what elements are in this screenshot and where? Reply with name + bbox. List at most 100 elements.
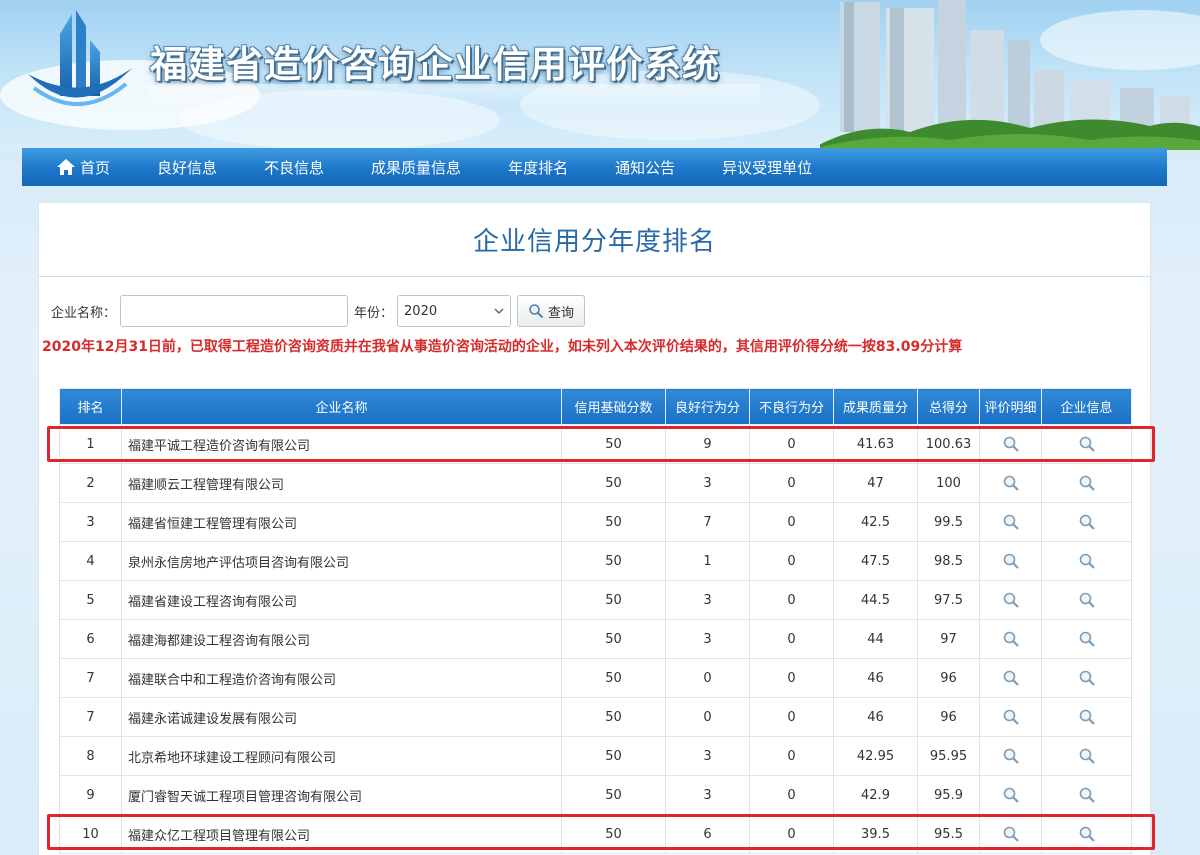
bad-score-cell: 0 <box>749 658 834 698</box>
table-row: 2 福建顺云工程管理有限公司 50 3 0 47 100 <box>59 463 1132 503</box>
table-row: 7 福建联合中和工程造价咨询有限公司 50 0 0 46 96 <box>59 658 1132 698</box>
total-score-cell: 98.5 <box>917 541 980 581</box>
good-score-cell: 3 <box>665 463 750 503</box>
company-name-cell: 福建海都建设工程咨询有限公司 <box>121 619 562 659</box>
magnifier-icon[interactable] <box>1002 592 1020 608</box>
magnifier-icon[interactable] <box>1078 787 1096 803</box>
company-name-cell: 泉州永信房地产评估项目咨询有限公司 <box>121 541 562 581</box>
header-banner: 福建省造价咨询企业信用评价系统 <box>0 0 1200 150</box>
nav-item-label: 年度排名 <box>508 158 569 177</box>
rank-cell: 3 <box>59 502 122 542</box>
page-title: 企业信用分年度排名 <box>472 227 716 257</box>
magnifier-icon[interactable] <box>1078 670 1096 686</box>
table-header-row: 排名 企业名称 信用基础分数 良好行为分 不良行为分 成果质量分 总得分 评价明… <box>59 388 1132 425</box>
nav-item-objection-units[interactable]: 异议受理单位 <box>722 157 812 178</box>
magnifier-icon[interactable] <box>1078 631 1096 647</box>
magnifier-icon[interactable] <box>1002 475 1020 491</box>
magnifier-icon[interactable] <box>1002 787 1020 803</box>
bad-score-cell: 0 <box>749 541 834 581</box>
base-score-cell: 50 <box>561 463 666 503</box>
magnifier-icon[interactable] <box>1002 826 1020 842</box>
query-button[interactable]: 查询 <box>517 295 586 327</box>
total-score-cell: 95.9 <box>917 775 980 815</box>
bad-score-cell: 0 <box>749 424 834 464</box>
quality-score-cell: 42.9 <box>833 775 918 815</box>
table-row: 3 福建省恒建工程管理有限公司 50 7 0 42.5 99.5 <box>59 502 1132 542</box>
company-name-cell: 福建平诚工程造价咨询有限公司 <box>121 424 562 464</box>
base-score-cell: 50 <box>561 580 666 620</box>
year-select[interactable]: 2020 <box>397 295 512 327</box>
company-name-cell: 福建省建设工程咨询有限公司 <box>121 580 562 620</box>
company-name-input[interactable] <box>120 295 349 327</box>
column-header: 企业名称 <box>121 388 562 425</box>
base-score-cell: 50 <box>561 541 666 581</box>
company-name-cell: 福建联合中和工程造价咨询有限公司 <box>121 658 562 698</box>
search-icon <box>529 304 544 319</box>
good-score-cell: 0 <box>665 697 750 737</box>
company-name-cell: 福建省恒建工程管理有限公司 <box>121 502 562 542</box>
column-header: 信用基础分数 <box>561 388 666 425</box>
column-header: 成果质量分 <box>833 388 918 425</box>
chevron-down-icon <box>494 308 504 315</box>
magnifier-icon[interactable] <box>1002 670 1020 686</box>
nav-item-notices[interactable]: 通知公告 <box>615 157 675 178</box>
quality-score-cell: 44.5 <box>833 580 918 620</box>
column-header: 排名 <box>59 388 122 425</box>
table-row: 5 福建省建设工程咨询有限公司 50 3 0 44.5 97.5 <box>59 580 1132 620</box>
bad-score-cell: 0 <box>749 775 834 815</box>
query-button-label: 查询 <box>548 305 575 321</box>
magnifier-icon[interactable] <box>1002 436 1020 452</box>
table-body: 1 福建平诚工程造价咨询有限公司 50 9 0 41.63 100.63 2 福建顺云工程管理有… <box>59 424 1132 854</box>
nav-item-bad-info[interactable]: 不良信息 <box>264 157 324 178</box>
good-score-cell: 3 <box>665 580 750 620</box>
rank-cell: 6 <box>59 619 122 659</box>
table-row: 4 泉州永信房地产评估项目咨询有限公司 50 1 0 47.5 98.5 <box>59 541 1132 581</box>
rank-cell: 9 <box>59 775 122 815</box>
company-info-link-cell <box>1041 619 1132 659</box>
company-name-cell: 厦门睿智天诚工程项目管理咨询有限公司 <box>121 775 562 815</box>
magnifier-icon[interactable] <box>1078 709 1096 725</box>
table-row: 7 福建永诺诚建设发展有限公司 50 0 0 46 96 <box>59 697 1132 737</box>
panel-header: 企业信用分年度排名 <box>39 203 1150 277</box>
evaluation-detail-link-cell <box>979 580 1042 620</box>
company-name-cell: 北京希地环球建设工程顾问有限公司 <box>121 736 562 776</box>
table-row: 9 厦门睿智天诚工程项目管理咨询有限公司 50 3 0 42.9 95.9 <box>59 775 1132 815</box>
rank-cell: 2 <box>59 463 122 503</box>
column-header: 良好行为分 <box>665 388 750 425</box>
bad-score-cell: 0 <box>749 580 834 620</box>
magnifier-icon[interactable] <box>1002 631 1020 647</box>
quality-score-cell: 47.5 <box>833 541 918 581</box>
nav-item-quality-info[interactable]: 成果质量信息 <box>371 157 461 178</box>
main-nav: 首页 良好信息 不良信息 成果质量信息 年度排名 通知公告 异议受理单位 <box>22 148 1167 186</box>
magnifier-icon[interactable] <box>1002 748 1020 764</box>
nav-item-label: 成果质量信息 <box>371 158 462 177</box>
nav-item-label: 异议受理单位 <box>722 158 813 177</box>
base-score-cell: 50 <box>561 697 666 737</box>
magnifier-icon[interactable] <box>1078 826 1096 842</box>
magnifier-icon[interactable] <box>1078 475 1096 491</box>
nav-item-good-info[interactable]: 良好信息 <box>157 157 217 178</box>
nav-item-label: 通知公告 <box>615 158 676 177</box>
base-score-cell: 50 <box>561 814 666 854</box>
company-name-cell: 福建众亿工程项目管理有限公司 <box>121 814 562 854</box>
home-icon <box>57 159 75 175</box>
evaluation-detail-link-cell <box>979 814 1042 854</box>
base-score-cell: 50 <box>561 658 666 698</box>
magnifier-icon[interactable] <box>1078 748 1096 764</box>
bad-score-cell: 0 <box>749 814 834 854</box>
quality-score-cell: 46 <box>833 658 918 698</box>
magnifier-icon[interactable] <box>1078 514 1096 530</box>
quality-score-cell: 47 <box>833 463 918 503</box>
nav-item-home[interactable]: 首页 <box>56 157 110 178</box>
good-score-cell: 3 <box>665 736 750 776</box>
magnifier-icon[interactable] <box>1002 514 1020 530</box>
magnifier-icon[interactable] <box>1002 553 1020 569</box>
magnifier-icon[interactable] <box>1002 709 1020 725</box>
magnifier-icon[interactable] <box>1078 592 1096 608</box>
nav-item-annual-ranking[interactable]: 年度排名 <box>508 157 568 178</box>
magnifier-icon[interactable] <box>1078 553 1096 569</box>
magnifier-icon[interactable] <box>1078 436 1096 452</box>
base-score-cell: 50 <box>561 619 666 659</box>
good-score-cell: 0 <box>665 658 750 698</box>
quality-score-cell: 42.5 <box>833 502 918 542</box>
